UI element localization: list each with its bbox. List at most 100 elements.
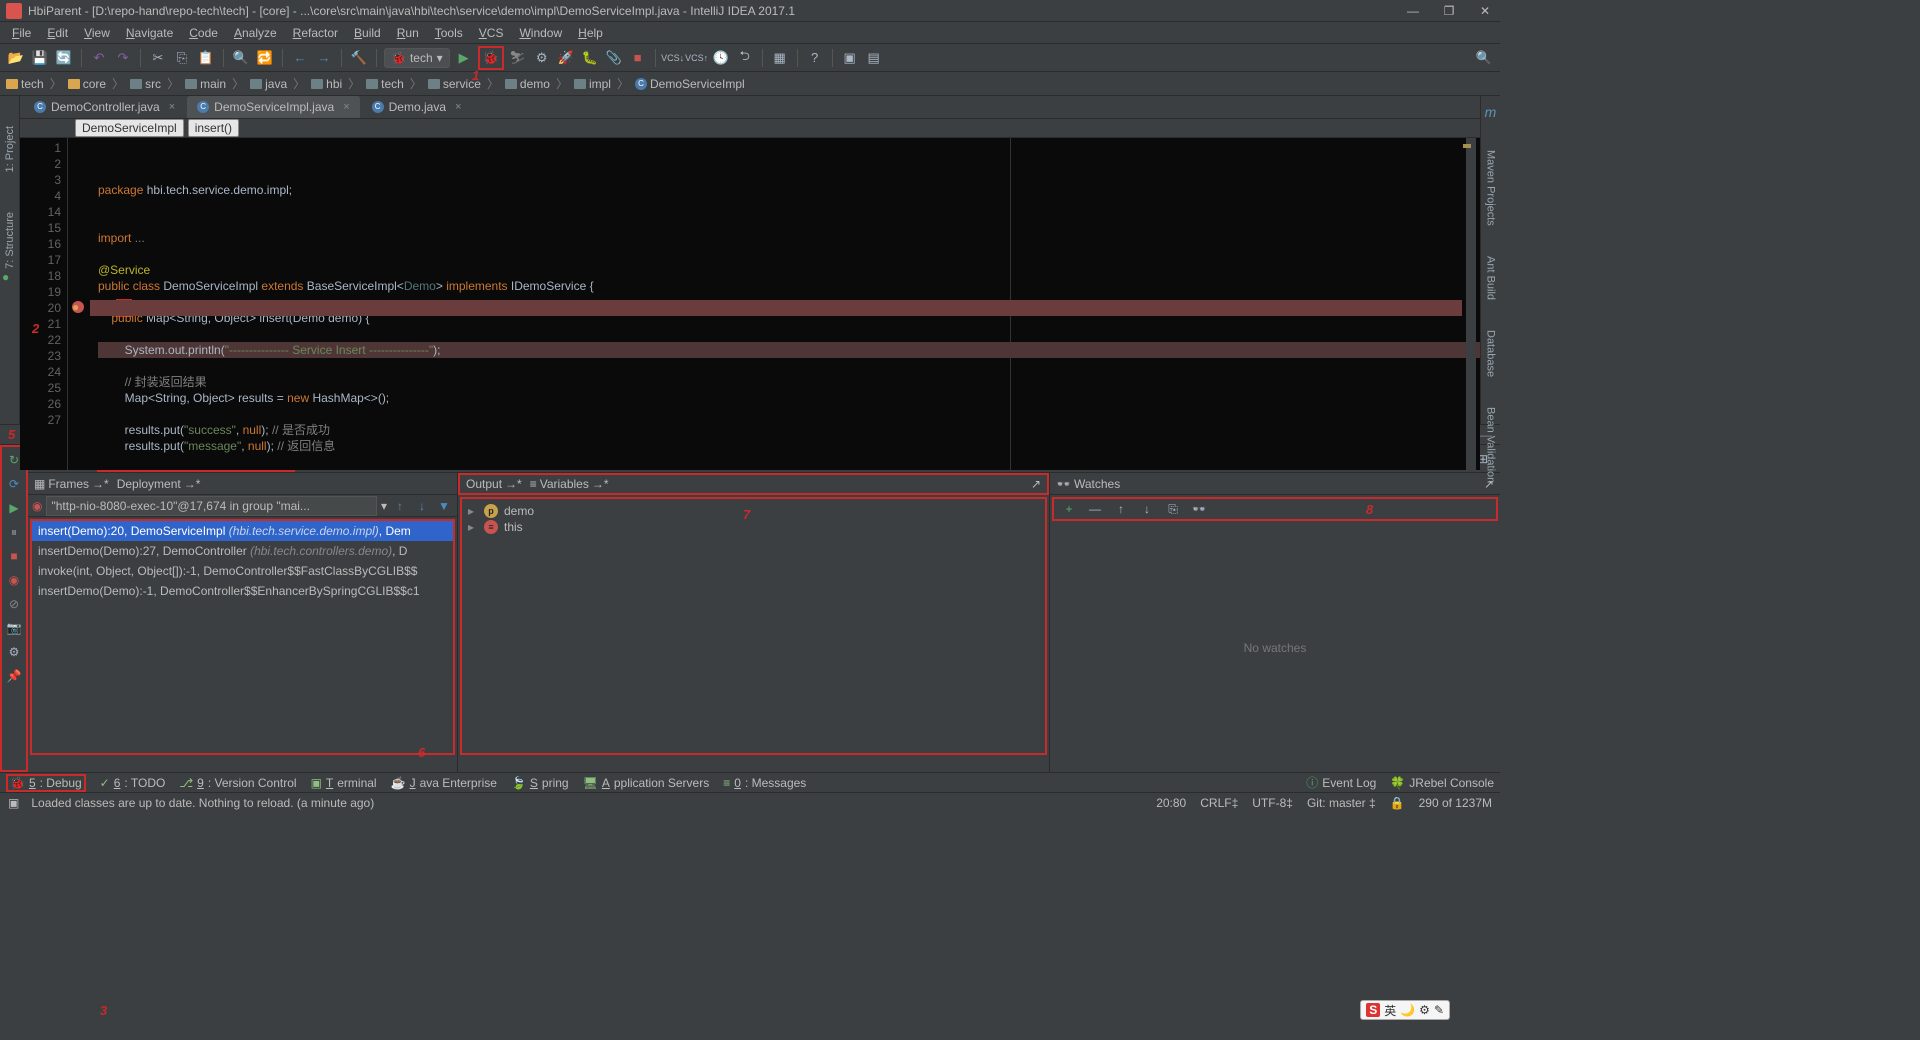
undo-icon[interactable]: ↶ xyxy=(89,48,109,68)
side-tab-database[interactable]: Database xyxy=(1485,330,1497,377)
settings-debug-icon[interactable]: ⚙ xyxy=(5,643,23,661)
editor-scrollbar[interactable] xyxy=(1466,138,1476,470)
breadcrumb-tech[interactable]: tech xyxy=(6,77,44,91)
misc1-icon[interactable]: ▣ xyxy=(840,48,860,68)
minimize-button[interactable]: — xyxy=(1404,4,1422,18)
search-everywhere-icon[interactable]: 🔍 xyxy=(1474,48,1494,68)
warning-marker[interactable] xyxy=(1463,144,1471,148)
close-tab-icon[interactable]: × xyxy=(455,101,461,113)
ime-indicator[interactable]: S 英 🌙⚙✎ xyxy=(1360,1000,1450,1020)
override-gutter-icon[interactable]: ● xyxy=(2,270,9,284)
breadcrumb-tech[interactable]: tech xyxy=(366,77,404,91)
file-encoding[interactable]: UTF-8‡ xyxy=(1252,796,1293,810)
toolwin-jrebel-console[interactable]: 🍀 JRebel Console xyxy=(1390,776,1494,790)
toolwin-terminal[interactable]: ▣ Terminal xyxy=(311,776,377,790)
side-tab-ant-build[interactable]: Ant Build xyxy=(1485,256,1497,300)
profile-icon[interactable]: ⚙ xyxy=(532,48,552,68)
breadcrumb-core[interactable]: core xyxy=(68,77,106,91)
copy-icon[interactable]: ⎘ xyxy=(172,48,192,68)
build-icon[interactable]: 🔨 xyxy=(349,48,369,68)
code-body[interactable]: package hbi.tech.service.demo.impl;impor… xyxy=(90,138,1480,470)
menu-help[interactable]: Help xyxy=(570,24,611,42)
thread-dropdown-icon[interactable]: ▾ xyxy=(381,499,387,513)
side-tab-1-project[interactable]: 1: Project xyxy=(4,126,16,172)
menu-view[interactable]: View xyxy=(76,24,118,42)
menu-analyze[interactable]: Analyze xyxy=(226,24,285,42)
vcs-commit-icon[interactable]: VCS↑ xyxy=(687,48,707,68)
close-tab-icon[interactable]: × xyxy=(343,101,349,113)
toolwin-event-log[interactable]: ⓘ Event Log xyxy=(1306,774,1376,791)
menu-file[interactable]: File xyxy=(4,24,39,42)
stack-frame[interactable]: insert(Demo):20, DemoServiceImpl (hbi.te… xyxy=(32,521,453,541)
output-tab[interactable]: Output →* xyxy=(466,477,522,491)
menu-window[interactable]: Window xyxy=(511,24,570,42)
toolwin-0-messages[interactable]: ≡ 0: Messages xyxy=(723,776,806,790)
toolwin-application-servers[interactable]: 🖥 Application Servers xyxy=(583,776,710,790)
coverage-icon[interactable]: ⛷ xyxy=(508,48,528,68)
stack-frame[interactable]: insertDemo(Demo):27, DemoController (hbi… xyxy=(32,541,453,561)
side-tab-maven-projects[interactable]: Maven Projects xyxy=(1485,150,1497,226)
side-tab-7-structure[interactable]: 7: Structure xyxy=(4,212,16,269)
dump-threads-icon[interactable]: 📷 xyxy=(5,619,23,637)
pause-icon[interactable]: ⏸ xyxy=(5,523,23,541)
toolwin-6-todo[interactable]: ✓ 6: TODO xyxy=(100,776,166,790)
menu-tools[interactable]: Tools xyxy=(427,24,471,42)
editor-tab-DemoServiceImpl.java[interactable]: CDemoServiceImpl.java× xyxy=(187,96,359,118)
vars-restore-icon[interactable]: ↗ xyxy=(1031,477,1041,491)
breadcrumb-impl[interactable]: impl xyxy=(574,77,611,91)
resume-icon[interactable]: ▶ xyxy=(5,499,23,517)
vcs-update-icon[interactable]: VCS↓ xyxy=(663,48,683,68)
maven-m-icon[interactable]: m xyxy=(1485,104,1497,120)
debug-icon[interactable]: 🐞 xyxy=(481,48,501,68)
menu-build[interactable]: Build xyxy=(346,24,389,42)
stack-frame[interactable]: invoke(int, Object, Object[]):-1, DemoCo… xyxy=(32,561,453,581)
watches-tab[interactable]: 👓 Watches xyxy=(1056,477,1120,491)
paste-icon[interactable]: 📋 xyxy=(196,48,216,68)
run-config-selector[interactable]: 🐞tech▾ xyxy=(384,48,450,68)
update-icon[interactable]: ⟳ xyxy=(5,475,23,493)
pin-icon[interactable]: 📌 xyxy=(5,667,23,685)
mute-breakpoints-icon[interactable]: ⊘ xyxy=(5,595,23,613)
crumb-class[interactable]: DemoServiceImpl xyxy=(75,119,184,137)
replace-icon[interactable]: 🔁 xyxy=(255,48,275,68)
open-file-icon[interactable]: 📂 xyxy=(6,48,26,68)
crumb-method[interactable]: insert() xyxy=(188,119,239,137)
maximize-button[interactable]: ❐ xyxy=(1440,4,1458,18)
next-frame-icon[interactable]: ↓ xyxy=(413,497,431,515)
help-icon[interactable]: ? xyxy=(805,48,825,68)
menu-code[interactable]: Code xyxy=(181,24,226,42)
menu-edit[interactable]: Edit xyxy=(39,24,76,42)
code-editor[interactable]: 12341415161718●192021222324252627 2 ● pa… xyxy=(20,138,1480,470)
menu-run[interactable]: Run xyxy=(389,24,427,42)
structure-icon[interactable]: ▦ xyxy=(770,48,790,68)
stop-debug-icon[interactable]: ■ xyxy=(5,547,23,565)
stop-icon[interactable]: ■ xyxy=(628,48,648,68)
breadcrumb-demo[interactable]: demo xyxy=(505,77,550,91)
attach-icon[interactable]: 📎 xyxy=(604,48,624,68)
lock-icon[interactable]: 🔒 xyxy=(1390,796,1405,810)
thread-selector[interactable]: "http-nio-8080-exec-10"@17,674 in group … xyxy=(46,496,376,516)
close-tab-icon[interactable]: × xyxy=(169,101,175,113)
back-icon[interactable]: ← xyxy=(290,48,310,68)
watches-body[interactable]: No watches xyxy=(1050,523,1500,772)
stack-frame[interactable]: insertDemo(Demo):-1, DemoController$$Enh… xyxy=(32,581,453,601)
git-branch[interactable]: Git: master ‡ xyxy=(1307,796,1376,810)
sync-icon[interactable]: 🔄 xyxy=(54,48,74,68)
breadcrumb-hbi[interactable]: hbi xyxy=(311,77,342,91)
save-all-icon[interactable]: 💾 xyxy=(30,48,50,68)
view-breakpoints-icon[interactable]: ◉ xyxy=(5,571,23,589)
toolwin-java-enterprise[interactable]: ☕ Java Enterprise xyxy=(391,776,497,790)
jrebel-run-icon[interactable]: 🚀 xyxy=(556,48,576,68)
editor-tab-Demo.java[interactable]: CDemo.java× xyxy=(362,96,472,118)
frames-tab[interactable]: ▦ Frames →* xyxy=(34,477,109,491)
toolwin-5-debug[interactable]: 🐞 5: Debug xyxy=(6,774,86,792)
line-sep[interactable]: CRLF‡ xyxy=(1200,796,1238,810)
revert-icon[interactable]: ⮌ xyxy=(735,48,755,68)
menu-refactor[interactable]: Refactor xyxy=(285,24,346,42)
deployment-tab[interactable]: Deployment →* xyxy=(117,477,201,491)
close-button[interactable]: ✕ xyxy=(1476,4,1494,18)
redo-icon[interactable]: ↷ xyxy=(113,48,133,68)
variables-tab[interactable]: ≡ Variables →* xyxy=(530,477,609,491)
editor-tab-DemoController.java[interactable]: CDemoController.java× xyxy=(24,96,185,118)
run-icon[interactable]: ▶ xyxy=(454,48,474,68)
